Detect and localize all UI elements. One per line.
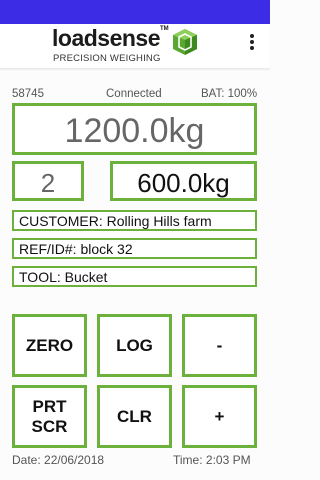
header-divider [0, 68, 270, 71]
reference-field[interactable]: REF/ID#: block 32 [12, 238, 257, 259]
last-weight-value: 600.0kg [137, 168, 230, 198]
battery-level: BAT: 100% [201, 88, 258, 100]
clear-button[interactable]: CLR [97, 385, 172, 448]
gem-logo-icon [173, 29, 197, 55]
date-readout: Date: 22/06/2018 [12, 453, 105, 467]
total-weight-value: 1200.0kg [64, 112, 205, 150]
app-header: loadsense TM PRECISION WEIGHING [0, 24, 270, 68]
print-screen-button[interactable]: PRT SCR [12, 385, 87, 448]
tool-field-text: TOOL: Bucket [19, 269, 108, 285]
load-count-display: 2 [12, 161, 84, 201]
zero-button[interactable]: ZERO [12, 314, 87, 377]
connection-status: Connected [106, 88, 162, 100]
total-weight-display: 1200.0kg [12, 103, 257, 155]
customer-field-text: CUSTOMER: Rolling Hills farm [19, 213, 212, 229]
overflow-menu-icon[interactable] [246, 32, 258, 54]
load-count-value: 2 [40, 168, 56, 198]
trademark-mark: TM [160, 26, 169, 32]
brand-logo-text: loadsense [52, 25, 161, 51]
last-weight-display: 600.0kg [110, 161, 257, 201]
tool-field[interactable]: TOOL: Bucket [12, 266, 257, 287]
time-readout: Time: 2:03 PM [173, 453, 251, 467]
customer-field[interactable]: CUSTOMER: Rolling Hills farm [12, 210, 257, 231]
reference-field-text: REF/ID#: block 32 [19, 241, 133, 257]
brand-tagline: PRECISION WEIGHING [53, 53, 161, 64]
plus-button[interactable]: + [182, 385, 257, 448]
minus-button[interactable]: - [182, 314, 257, 377]
device-id: 58745 [12, 88, 44, 100]
log-button[interactable]: LOG [97, 314, 172, 377]
system-status-bar [0, 0, 270, 24]
